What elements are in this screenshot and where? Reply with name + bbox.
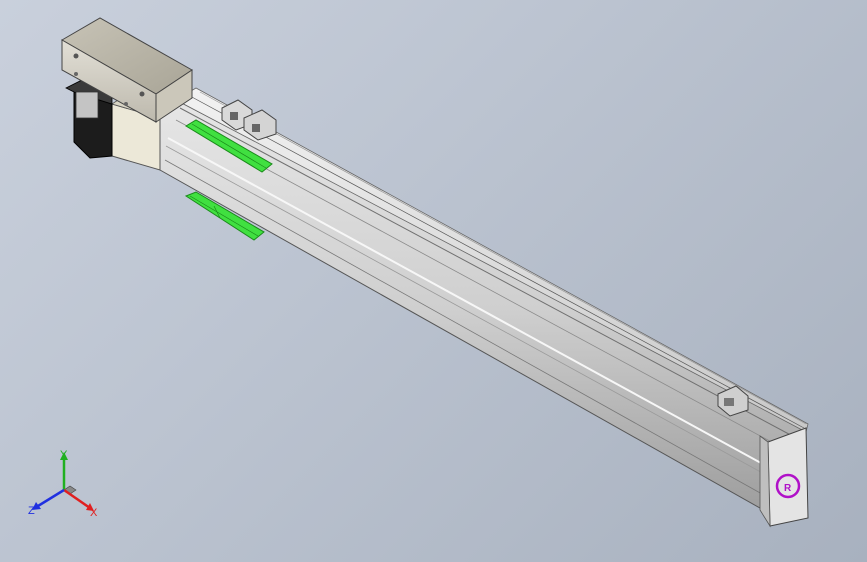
screw-icon <box>139 91 145 97</box>
cad-viewport[interactable]: R Y X Z <box>0 0 867 562</box>
y-axis-label: Y <box>60 449 68 461</box>
screw-icon <box>74 72 78 76</box>
rail-body[interactable] <box>159 87 809 519</box>
end-cap[interactable]: R <box>759 427 809 528</box>
linear-actuator-model[interactable]: R <box>0 0 867 562</box>
z-axis-arrow <box>37 488 65 508</box>
screw-icon <box>124 102 128 106</box>
screw-icon <box>73 53 79 59</box>
x-axis-arrow <box>63 488 91 510</box>
orientation-triad[interactable]: Y X Z <box>26 448 106 524</box>
x-axis-label: X <box>90 507 98 519</box>
z-axis-label: Z <box>28 505 35 517</box>
svg-text:R: R <box>784 483 792 494</box>
motor-label-plate <box>75 91 99 119</box>
